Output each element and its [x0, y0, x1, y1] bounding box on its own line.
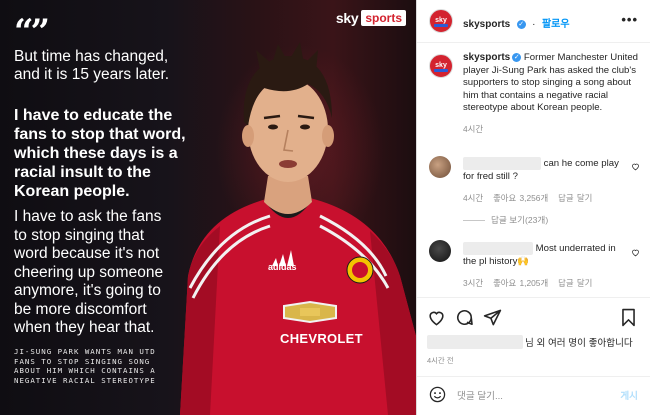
post-caption: sky skysports ✓ Former Manchester United …: [427, 52, 642, 144]
caption-text: skysports ✓ Former Manchester United play…: [463, 52, 643, 136]
quote-line: word because it's not: [14, 245, 160, 262]
quote-line: be more discomfort: [14, 300, 147, 318]
post-header: sky skysports ✓ · 팔로우 •••: [417, 0, 650, 43]
bookmark-icon[interactable]: [619, 308, 638, 327]
comment-text: can he come play for fred still ?: [463, 157, 619, 182]
instagram-post: adidas CHEVROLET sky sports “” But time …: [0, 0, 650, 415]
quote-line: Korean people.: [14, 183, 130, 200]
share-icon[interactable]: [483, 308, 502, 327]
comment-input[interactable]: 댓글 달기...: [457, 388, 503, 402]
avatar[interactable]: [429, 240, 451, 262]
quote-line: fans to stop that word,: [14, 126, 186, 143]
comment-likes[interactable]: 좋아요 1,205개: [493, 278, 548, 288]
shirt-sponsor-text: CHEVROLET: [280, 331, 363, 346]
heart-icon[interactable]: [631, 248, 640, 257]
post-time[interactable]: 4시간 전: [427, 355, 454, 366]
quote-line: and it is 15 years later.: [14, 66, 170, 83]
follow-button[interactable]: 팔로우: [542, 19, 570, 30]
redacted-username[interactable]: [463, 242, 533, 255]
brand-sky-text: sky: [335, 10, 359, 26]
more-options-icon[interactable]: •••: [621, 12, 638, 27]
quote-line: which these days is a: [14, 145, 178, 162]
header-user: skysports ✓ · 팔로우: [463, 19, 570, 30]
quote-paragraph-2: I have to educate the fans to stop that …: [14, 106, 204, 201]
comment-time[interactable]: 3시간: [463, 278, 483, 288]
heart-icon[interactable]: [631, 162, 640, 171]
caption-line: ABOUT HIM WHICH CONTAINS A: [14, 366, 156, 376]
reply-button[interactable]: 답글 달기: [558, 193, 592, 203]
heart-icon[interactable]: [427, 308, 446, 327]
header-username[interactable]: skysports: [463, 19, 510, 30]
comment-meta: 3시간 좋아요 1,205개 답글 달기: [463, 277, 592, 289]
comment-icon[interactable]: [455, 308, 474, 327]
redacted-username[interactable]: [463, 157, 541, 170]
comment-time[interactable]: 4시간: [463, 193, 483, 203]
quote-line: to stop singing that: [14, 226, 145, 244]
comment-meta: 4시간 좋아요 3,256개 답글 달기: [463, 192, 592, 204]
quote-mark: “”: [14, 12, 50, 52]
post-comment-button[interactable]: 게시: [620, 388, 638, 402]
post-actions: 님 외 여러 명이 좋아합니다 4시간 전 댓글 달기... 게시: [417, 297, 650, 408]
quote-line: But time has changed,: [14, 48, 169, 65]
quote-line: when they hear that.: [14, 319, 155, 336]
caption-line: JI-SUNG PARK WANTS MAN UTD: [14, 347, 156, 356]
comment-bar: 댓글 달기... 게시: [417, 376, 650, 414]
caption-line: FANS TO STOP SINGING SONG: [14, 356, 151, 366]
redacted-username[interactable]: [427, 335, 523, 349]
avatar[interactable]: [429, 156, 451, 178]
quote-line: I have to ask the fans: [14, 208, 162, 225]
quote-paragraph-3: I have to ask the fans to stop singing t…: [14, 208, 204, 338]
post-image[interactable]: adidas CHEVROLET sky sports “” But time …: [0, 0, 416, 415]
caption-username[interactable]: skysports: [463, 52, 510, 63]
emoji-icon[interactable]: [429, 386, 446, 403]
post-sidebar: sky skysports ✓ · 팔로우 ••• sky skysports ✓…: [416, 0, 650, 415]
comment-text: Most underrated in the pl history🙌: [463, 242, 616, 267]
quote-line: I have to educate the: [14, 107, 173, 124]
avatar[interactable]: sky: [429, 9, 453, 33]
reply-button[interactable]: 답글 달기: [558, 278, 592, 288]
view-replies-button[interactable]: 답글 보기(23개): [463, 214, 548, 226]
likes-summary: 님 외 여러 명이 좋아합니다: [427, 335, 633, 349]
quote-line: racial insult to the: [14, 164, 151, 181]
caption-line: NEGATIVE RACIAL STEREOTYPE: [14, 375, 156, 385]
avatar[interactable]: sky: [429, 54, 453, 78]
quote-line: anymore, it's going to: [14, 282, 161, 299]
quote-paragraph-1: But time has changed, and it is 15 years…: [14, 48, 204, 84]
verified-icon: ✓: [516, 20, 526, 29]
verified-icon: ✓: [512, 53, 522, 62]
likes-text[interactable]: 님 외 여러 명이 좋아합니다: [525, 335, 633, 349]
caption-time[interactable]: 4시간: [463, 123, 643, 136]
image-caption: JI-SUNG PARK WANTS MAN UTD FANS TO STOP …: [14, 347, 209, 385]
sky-sports-logo: sky sports: [336, 10, 406, 26]
quote-line: cheering up someone: [14, 263, 164, 281]
brand-sports-text: sports: [361, 10, 406, 26]
kit-brand-text: adidas: [268, 262, 297, 272]
comment-likes[interactable]: 좋아요 3,256개: [493, 193, 548, 203]
